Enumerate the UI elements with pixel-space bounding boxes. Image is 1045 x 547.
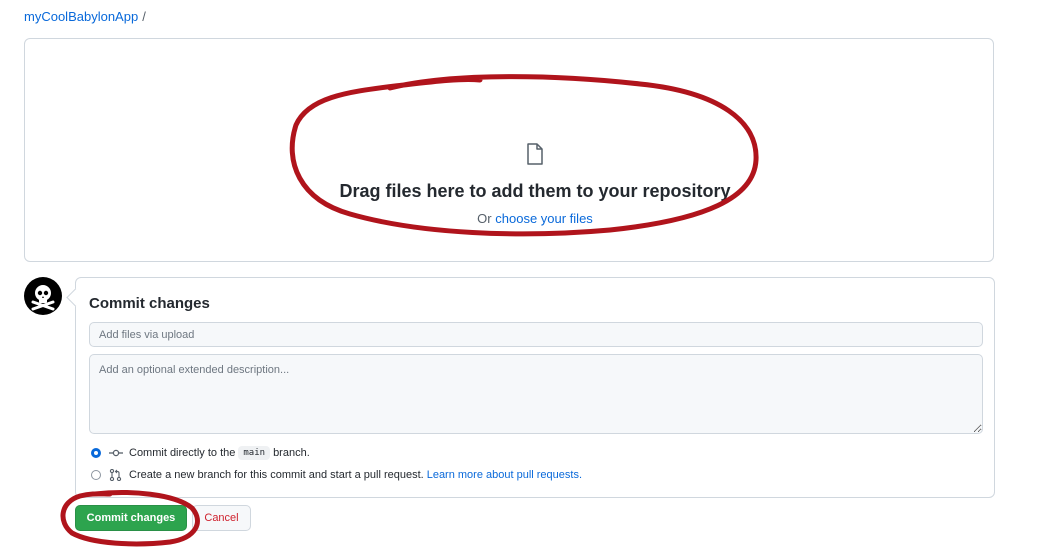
git-commit-icon <box>109 449 123 457</box>
commit-direct-suffix: branch. <box>273 447 310 459</box>
skull-crossbones-icon <box>31 285 55 311</box>
choose-files-link[interactable]: choose your files <box>495 211 593 226</box>
learn-more-pull-requests-link[interactable]: Learn more about pull requests. <box>427 469 582 481</box>
dropzone-title: Drag files here to add them to your repo… <box>339 181 731 201</box>
file-dropzone[interactable]: Drag files here to add them to your repo… <box>24 38 994 262</box>
breadcrumb: myCoolBabylonApp / <box>24 9 146 24</box>
commit-direct-prefix: Commit directly to the <box>129 447 236 459</box>
file-icon <box>527 143 543 165</box>
git-pull-request-icon <box>109 469 122 481</box>
dropzone-subtitle: Or choose your files <box>25 211 1045 226</box>
commit-form: Commit changes Commit directly to the ma… <box>66 277 995 498</box>
branch-name: main <box>238 446 271 460</box>
avatar <box>24 277 62 315</box>
new-branch-option[interactable]: Create a new branch for this commit and … <box>91 469 582 481</box>
commit-heading: Commit changes <box>89 295 210 312</box>
new-branch-text: Create a new branch for this commit and … <box>129 469 424 481</box>
commit-changes-button[interactable]: Commit changes <box>75 505 187 531</box>
cancel-button[interactable]: Cancel <box>192 505 251 531</box>
breadcrumb-separator: / <box>142 9 146 24</box>
new-branch-radio[interactable] <box>91 470 101 480</box>
commit-direct-radio[interactable] <box>91 448 101 458</box>
commit-direct-option[interactable]: Commit directly to the main branch. <box>91 446 310 460</box>
commit-summary-input[interactable] <box>89 322 983 347</box>
or-text: Or <box>477 211 492 226</box>
commit-description-input[interactable] <box>89 354 983 434</box>
speech-caret <box>66 288 85 307</box>
repo-link[interactable]: myCoolBabylonApp <box>24 9 138 24</box>
